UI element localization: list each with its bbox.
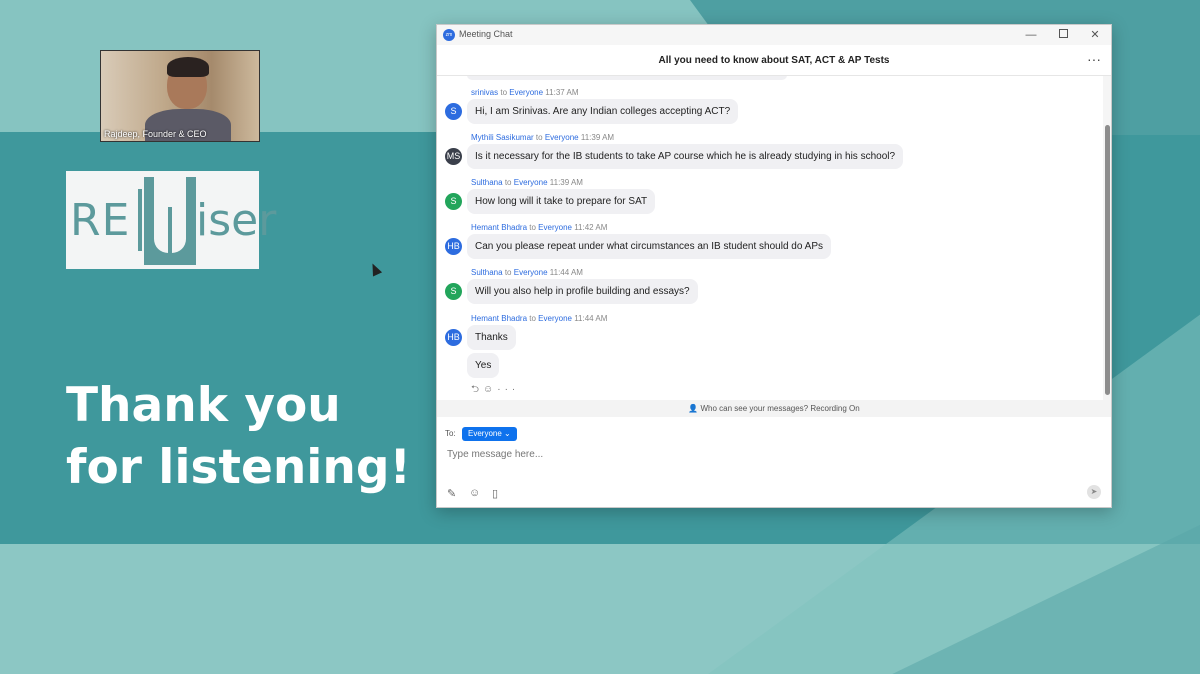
logo-text-iser: iser [196, 195, 277, 246]
message-bubble[interactable]: How long will it take to prepare for SAT [467, 189, 656, 214]
emoji-reaction-icon[interactable]: ☺ [483, 384, 497, 395]
message-bubble[interactable]: Hi, I am Srinivas. Are any Indian colleg… [467, 99, 739, 124]
message-time: 11:37 AM [545, 88, 579, 97]
message-recipient: Everyone [544, 133, 579, 142]
message-recipient: Everyone [509, 88, 544, 97]
reply-icon[interactable]: ⮌ [471, 384, 483, 395]
scrollbar-thumb[interactable] [1105, 125, 1110, 395]
message-bubble[interactable]: Will you also help in profile building a… [467, 279, 698, 304]
notice-text: Who can see your messages? Recording On [700, 404, 860, 413]
message-input[interactable] [445, 448, 1089, 461]
message-recipient: Everyone [513, 268, 548, 277]
speaker-video-tile[interactable]: Rajdeep, Founder & CEO [100, 50, 260, 142]
rewiser-logo: RE iser [66, 171, 276, 269]
chat-header: All you need to know about SAT, ACT & AP… [437, 45, 1111, 76]
thank-you-line-2: for listening! [66, 440, 411, 495]
speaker-name-label: Rajdeep, Founder & CEO [104, 129, 207, 139]
message-time: 11:39 AM [580, 133, 615, 142]
maximize-button[interactable] [1053, 27, 1073, 43]
message-to: to [504, 268, 512, 277]
maximize-icon [1058, 29, 1068, 38]
message-recipient: Everyone [538, 223, 572, 232]
message-sender[interactable]: Sulthana [471, 178, 503, 187]
close-button[interactable]: ✕ [1085, 27, 1105, 43]
message-bubble[interactable]: Yes [467, 353, 500, 378]
minimize-button[interactable]: — [1021, 27, 1041, 43]
partial-message-bubble [467, 76, 787, 80]
avatar[interactable]: S [445, 193, 462, 210]
recipient-dropdown[interactable]: Everyone ⌄ [462, 427, 517, 441]
emoji-icon[interactable]: ☺ [469, 487, 480, 499]
message-sender[interactable]: Hemant Bhadra [471, 314, 527, 323]
avatar[interactable]: HB [445, 329, 462, 346]
message-time: 11:44 AM [574, 314, 608, 323]
more-options-icon[interactable]: ··· [1087, 51, 1101, 67]
message-recipient: Everyone [538, 314, 572, 323]
message-to: to [529, 314, 536, 323]
zoom-app-icon: zm [443, 29, 455, 41]
message-bubble[interactable]: Thanks [467, 325, 516, 350]
privacy-icon: 👤 [688, 404, 699, 413]
message-to: to [504, 178, 512, 187]
logo-text-re: RE [70, 195, 131, 246]
avatar[interactable]: HB [445, 238, 462, 255]
message-bubble[interactable]: Is it necessary for the IB students to t… [467, 144, 904, 169]
message-to: to [529, 223, 536, 232]
avatar[interactable]: S [445, 103, 462, 120]
message-to: to [535, 133, 543, 142]
file-icon[interactable]: ▯ [492, 487, 498, 500]
thank-you-line-1: Thank you [66, 378, 341, 433]
window-title: Meeting Chat [459, 29, 513, 39]
send-button[interactable]: ➤ [1087, 485, 1101, 499]
message-recipient: Everyone [513, 178, 548, 187]
window-titlebar[interactable]: zm Meeting Chat — ✕ [437, 25, 1111, 45]
message-actions: ⮌☺··· [471, 382, 519, 399]
to-label: To: [445, 429, 456, 438]
logo-w-mark [144, 177, 196, 265]
chat-message-list[interactable]: srinivas to Everyone 11:37 AM S Hi, I am… [437, 76, 1103, 399]
avatar[interactable]: S [445, 283, 462, 300]
format-icon[interactable]: ✎ [447, 487, 456, 500]
thank-you-heading: Thank you for listening! [66, 375, 426, 499]
avatar[interactable]: MS [445, 148, 462, 165]
message-to: to [500, 88, 508, 97]
more-actions-icon[interactable]: ··· [497, 384, 519, 395]
message-sender[interactable]: Sulthana [471, 268, 503, 277]
message-time: 11:44 AM [549, 268, 583, 277]
recording-notice[interactable]: 👤 Who can see your messages? Recording O… [437, 400, 1111, 417]
message-time: 11:39 AM [549, 178, 583, 187]
message-sender[interactable]: Hemant Bhadra [471, 223, 527, 232]
compose-area: To: Everyone ⌄ ✎ ☺ ▯ ➤ [437, 417, 1111, 507]
meeting-chat-window[interactable]: zm Meeting Chat — ✕ All you need to know… [436, 24, 1112, 508]
message-sender[interactable]: Mythili Sasikumar [471, 133, 534, 142]
chat-title: All you need to know about SAT, ACT & AP… [658, 55, 890, 66]
message-time: 11:42 AM [574, 223, 608, 232]
message-sender[interactable]: srinivas [471, 88, 498, 97]
message-bubble[interactable]: Can you please repeat under what circums… [467, 234, 831, 259]
